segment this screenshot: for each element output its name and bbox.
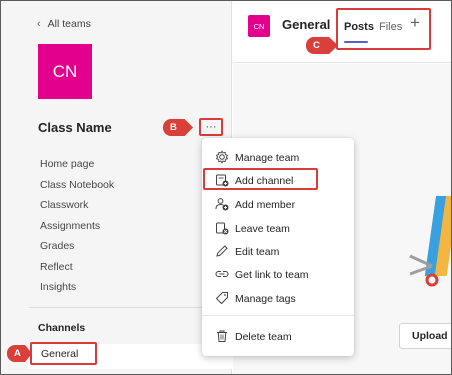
all-teams-label: All teams xyxy=(47,18,91,30)
menu-label-leave-team: Leave team xyxy=(235,223,290,235)
team-name: Class Name xyxy=(38,120,112,135)
team-options-menu: Manage team Add channel Add member Leave… xyxy=(202,138,354,356)
team-avatar: CN xyxy=(38,44,92,99)
menu-label-add-channel: Add channel xyxy=(235,175,294,187)
menu-item-add-member[interactable]: Add member xyxy=(202,194,354,216)
menu-label-manage-team: Manage team xyxy=(235,152,300,164)
sidebar-divider xyxy=(29,307,222,308)
team-nav-list: Home page Class Notebook Classwork Assig… xyxy=(40,157,114,301)
menu-item-leave-team[interactable]: Leave team xyxy=(202,218,354,240)
add-member-icon xyxy=(215,198,229,211)
channels-heading: Channels xyxy=(38,322,86,334)
menu-label-edit-team: Edit team xyxy=(235,246,280,258)
menu-item-get-link[interactable]: Get link to team xyxy=(202,264,354,286)
callout-box-general xyxy=(30,342,97,365)
channel-title: General xyxy=(282,17,331,32)
menu-item-manage-team[interactable]: Manage team xyxy=(202,147,354,169)
leave-team-icon xyxy=(216,222,229,235)
nav-item-class-notebook[interactable]: Class Notebook xyxy=(40,178,114,199)
nav-item-assignments[interactable]: Assignments xyxy=(40,219,114,240)
trash-icon xyxy=(217,330,227,342)
tag-icon xyxy=(215,292,228,305)
all-teams-link[interactable]: ‹ All teams xyxy=(37,18,91,30)
nav-item-home-page[interactable]: Home page xyxy=(40,157,114,178)
nav-item-insights[interactable]: Insights xyxy=(40,280,114,301)
nav-item-classwork[interactable]: Classwork xyxy=(40,198,114,219)
menu-label-delete-team: Delete team xyxy=(235,331,292,343)
menu-label-add-member: Add member xyxy=(235,199,296,211)
nav-item-reflect[interactable]: Reflect xyxy=(40,260,114,281)
pencil-icon xyxy=(216,245,228,257)
menu-item-edit-team[interactable]: Edit team xyxy=(202,241,354,263)
upload-button[interactable]: Upload C xyxy=(399,323,451,349)
nav-item-grades[interactable]: Grades xyxy=(40,239,114,260)
menu-divider xyxy=(202,315,354,316)
callout-box-tabs xyxy=(336,8,431,50)
gear-icon xyxy=(215,150,229,164)
menu-item-delete-team[interactable]: Delete team xyxy=(202,326,354,348)
add-channel-icon xyxy=(216,174,229,187)
team-sidebar xyxy=(1,1,232,374)
menu-label-get-link: Get link to team xyxy=(235,269,309,281)
menu-item-manage-tags[interactable]: Manage tags xyxy=(202,288,354,310)
menu-label-manage-tags: Manage tags xyxy=(235,293,296,305)
app-frame: ‹ All teams CN Class Name ··· Home page … xyxy=(0,0,452,375)
menu-item-add-channel[interactable]: Add channel xyxy=(202,170,354,192)
link-icon xyxy=(215,271,229,277)
more-options-button[interactable]: ··· xyxy=(199,118,223,136)
channel-team-avatar: CN xyxy=(248,15,270,37)
chevron-left-icon: ‹ xyxy=(37,18,41,30)
scissors-illustration-icon xyxy=(409,196,451,287)
